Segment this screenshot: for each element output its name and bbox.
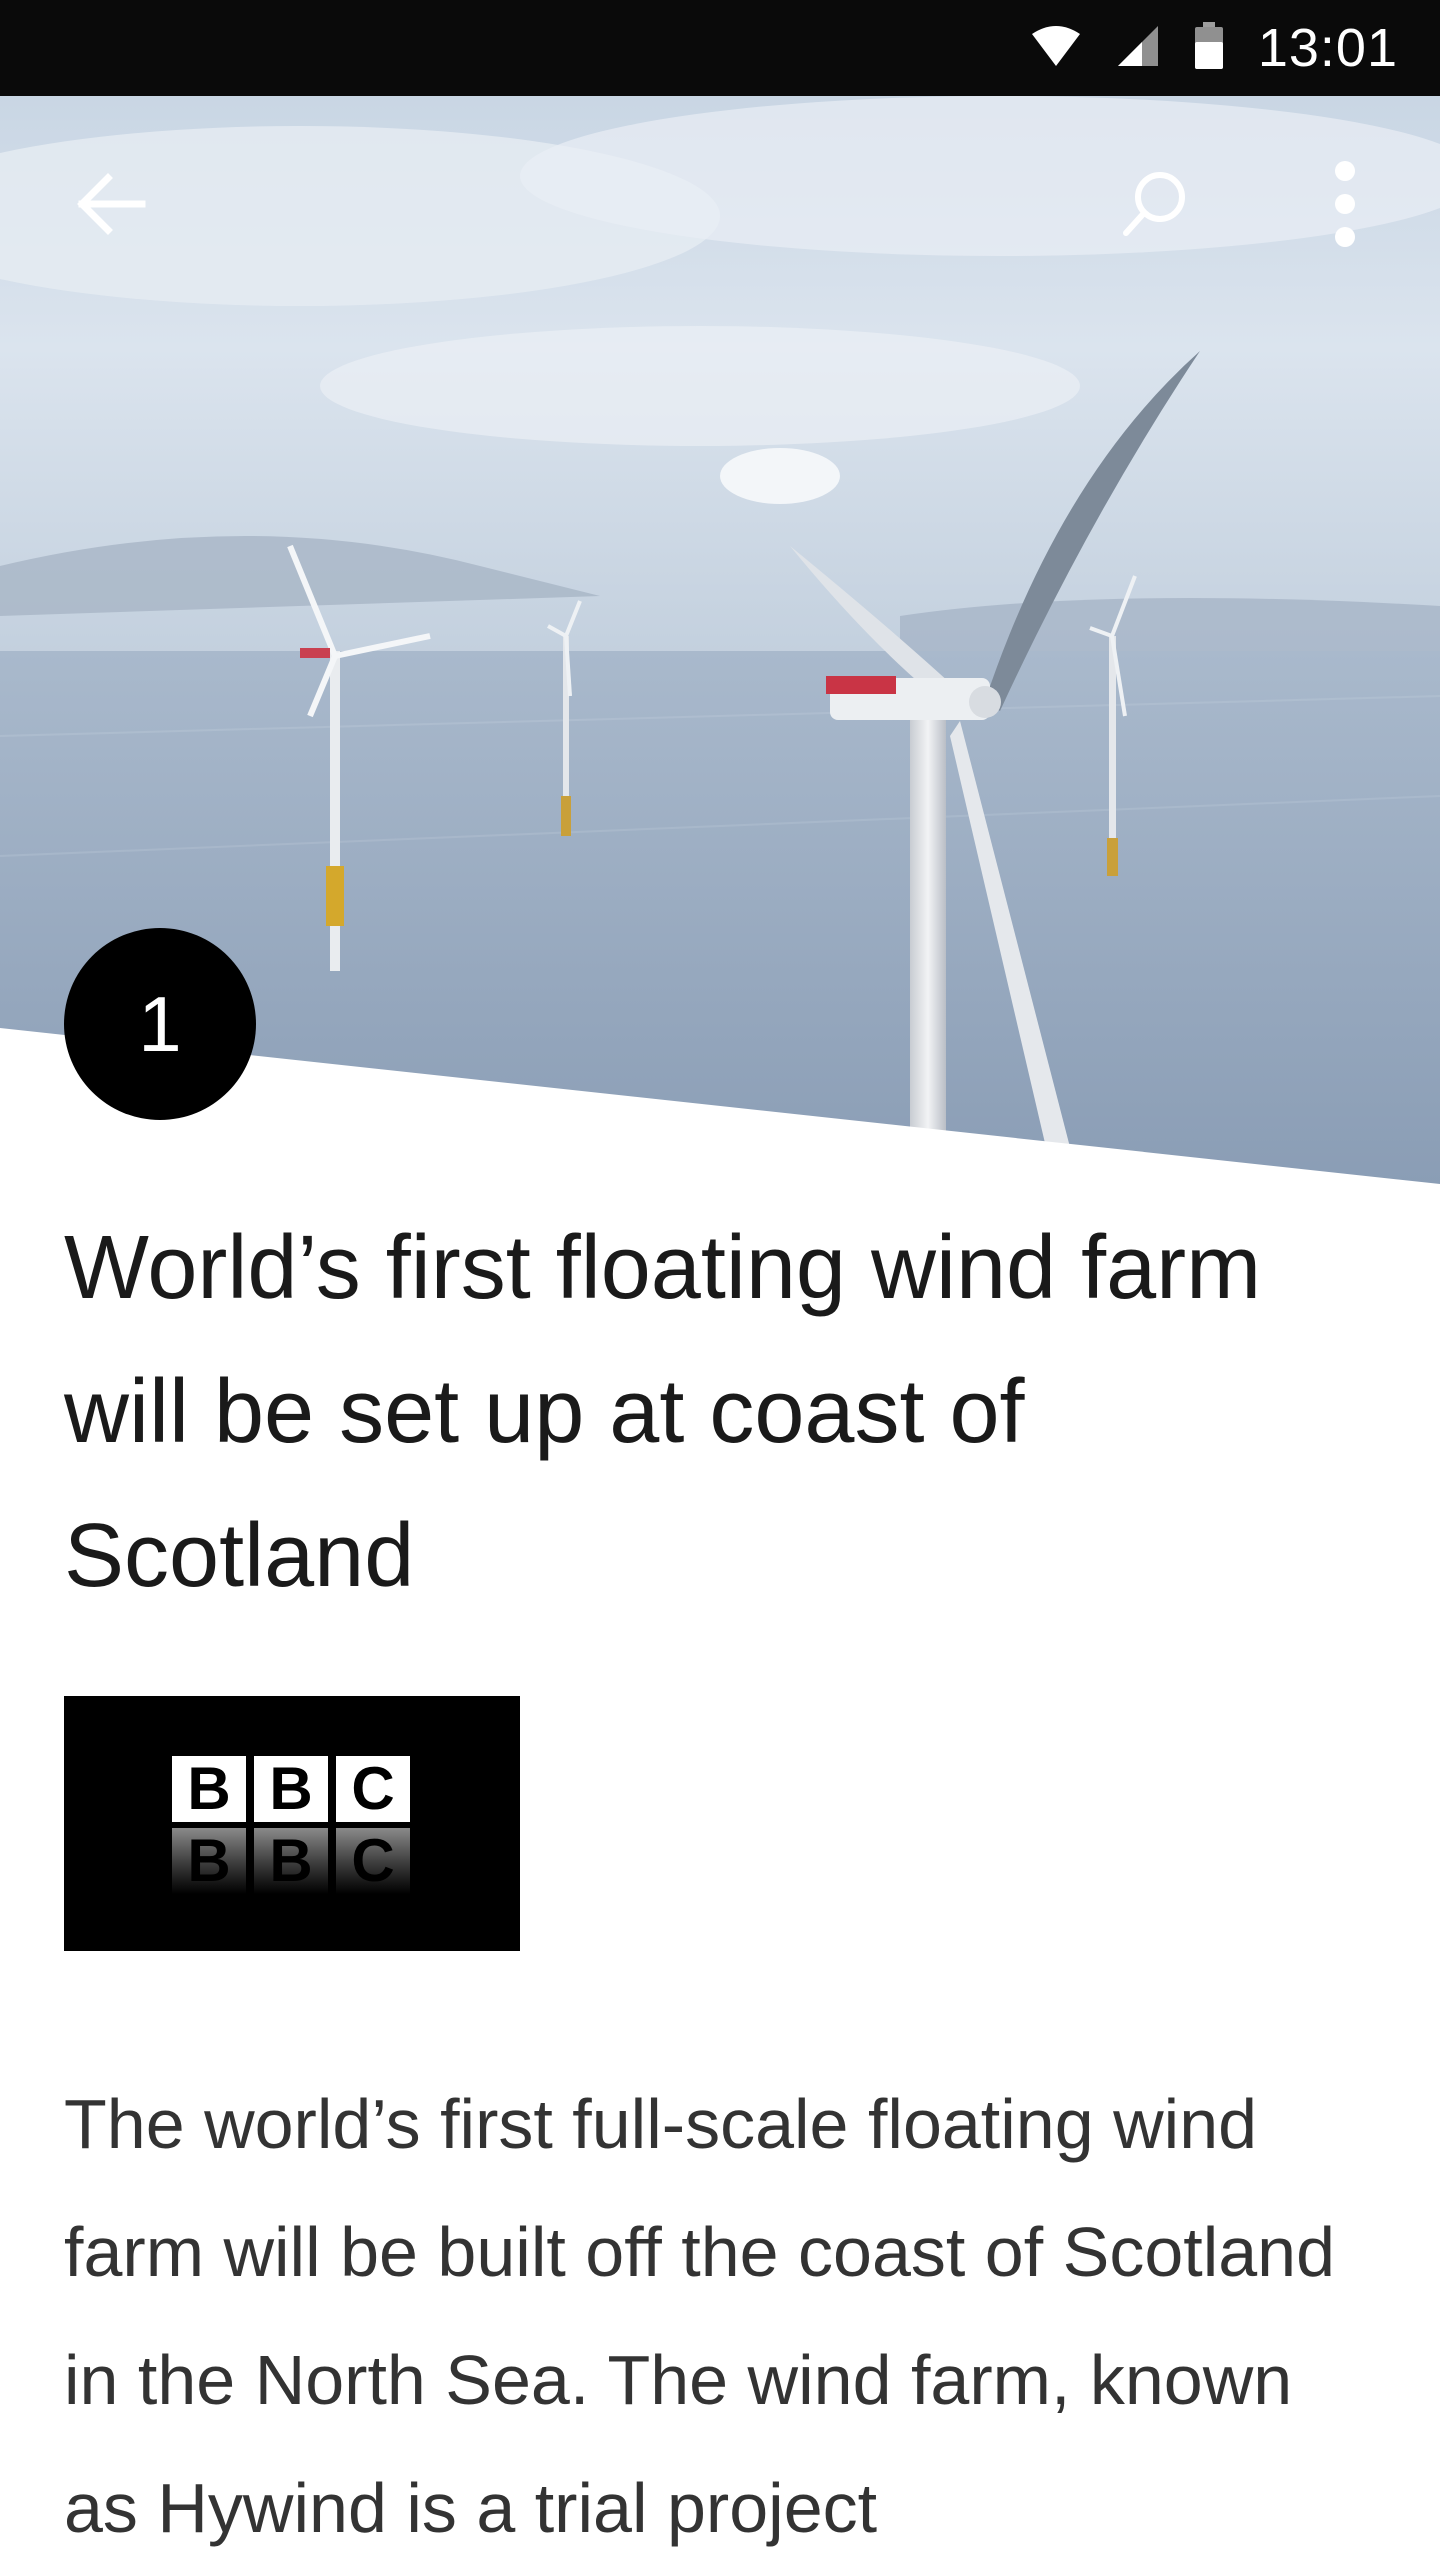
wifi-icon	[1030, 24, 1082, 73]
status-time: 13:01	[1257, 18, 1398, 78]
article-body: The world’s first full-scale floating wi…	[64, 2085, 1336, 2547]
more-options-button[interactable]	[1290, 151, 1400, 261]
arrow-left-icon	[76, 172, 146, 241]
status-icons: 13:01	[1030, 0, 1398, 96]
search-button[interactable]	[1100, 151, 1210, 261]
bbc-logo-mark: B B C B B C	[172, 1755, 412, 1894]
bbc-logo-reflection: B B C	[172, 1827, 410, 1894]
bbc-letter-c: C	[336, 1755, 410, 1822]
rank-badge: 1	[64, 928, 256, 1120]
article-headline: World’s first floating wind farm will be…	[64, 1218, 1262, 1606]
bbc-letter-b1: B	[172, 1755, 246, 1822]
search-icon	[1120, 169, 1190, 244]
back-button[interactable]	[56, 151, 166, 261]
cell-signal-icon	[1116, 24, 1160, 73]
status-bar: 13:01	[0, 0, 1440, 96]
bbc-letter-b2: B	[254, 1755, 328, 1822]
source-logo-bbc[interactable]: B B C B B C	[64, 1696, 520, 1951]
battery-icon	[1194, 21, 1224, 75]
more-vert-icon	[1333, 159, 1357, 254]
